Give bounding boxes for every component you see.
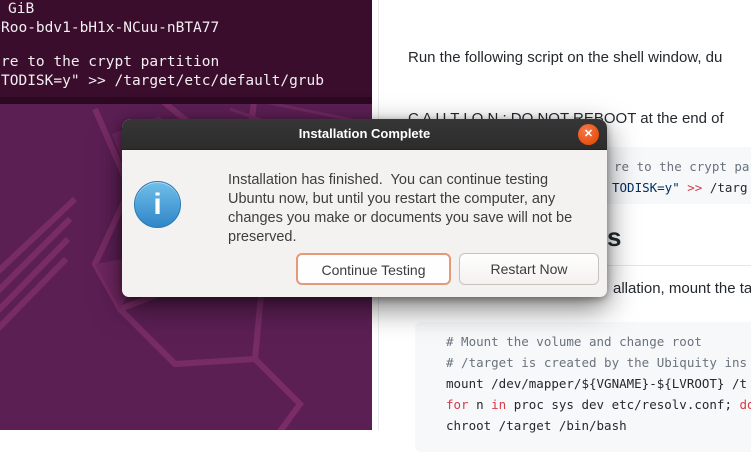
info-icon-glyph: i — [153, 188, 161, 221]
terminal-line: Roo-bdv1-bH1x-NCuu-nBTA77 — [1, 20, 219, 37]
code-comment: re to the crypt pa — [614, 156, 749, 177]
code-text: proc sys dev etc/resolv.conf; — [506, 397, 739, 412]
dialog-title: Installation Complete — [122, 119, 607, 149]
code-keyword: in — [491, 397, 506, 412]
code-line: mount /dev/mapper/${VGNAME}-${LVROOT} /t — [446, 373, 747, 394]
code-text: /targ — [702, 180, 747, 195]
dialog-message-line: preserved. — [228, 228, 297, 247]
code-keyword: for — [446, 397, 469, 412]
code-string: TODISK=y" — [612, 180, 687, 195]
code-keyword: do — [740, 397, 751, 412]
close-button[interactable]: ✕ — [578, 124, 599, 145]
terminal-line: GiB — [8, 1, 34, 18]
dialog-message-line: Ubuntu now, but until you restart the co… — [228, 190, 555, 209]
section-heading-fragment: s — [607, 224, 621, 250]
dialog-message-line: changes you make or documents you save w… — [228, 209, 572, 228]
dialog-message-line: Installation has finished. You can conti… — [228, 171, 548, 190]
info-icon: i — [134, 181, 181, 228]
dialog-titlebar[interactable]: Installation Complete ✕ — [122, 119, 607, 150]
code-operator: >> — [687, 180, 702, 195]
terminal-window-edge — [0, 97, 372, 104]
terminal-window[interactable]: GiB Roo-bdv1-bH1x-NCuu-nBTA77 re to the … — [0, 0, 372, 97]
code-comment: # Mount the volume and change root — [446, 331, 702, 352]
code-line: for n in proc sys dev etc/resolv.conf; d… — [446, 394, 751, 415]
code-line: TODISK=y" >> /targ — [612, 177, 747, 198]
code-line: chroot /target /bin/bash — [446, 415, 627, 436]
installation-complete-dialog: Installation Complete ✕ i Installation h… — [122, 119, 607, 297]
terminal-line: re to the crypt partition — [1, 54, 219, 71]
paragraph-mount-target: allation, mount the ta — [613, 277, 751, 300]
code-text: n — [469, 397, 492, 412]
restart-now-button[interactable]: Restart Now — [459, 253, 599, 285]
continue-testing-button[interactable]: Continue Testing — [296, 253, 451, 285]
code-comment: # /target is created by the Ubiquity ins — [446, 352, 747, 373]
terminal-line: TODISK=y" >> /target/etc/default/grub — [1, 73, 324, 90]
close-icon: ✕ — [584, 128, 593, 140]
code-block-mount: # Mount the volume and change root # /ta… — [415, 322, 751, 452]
